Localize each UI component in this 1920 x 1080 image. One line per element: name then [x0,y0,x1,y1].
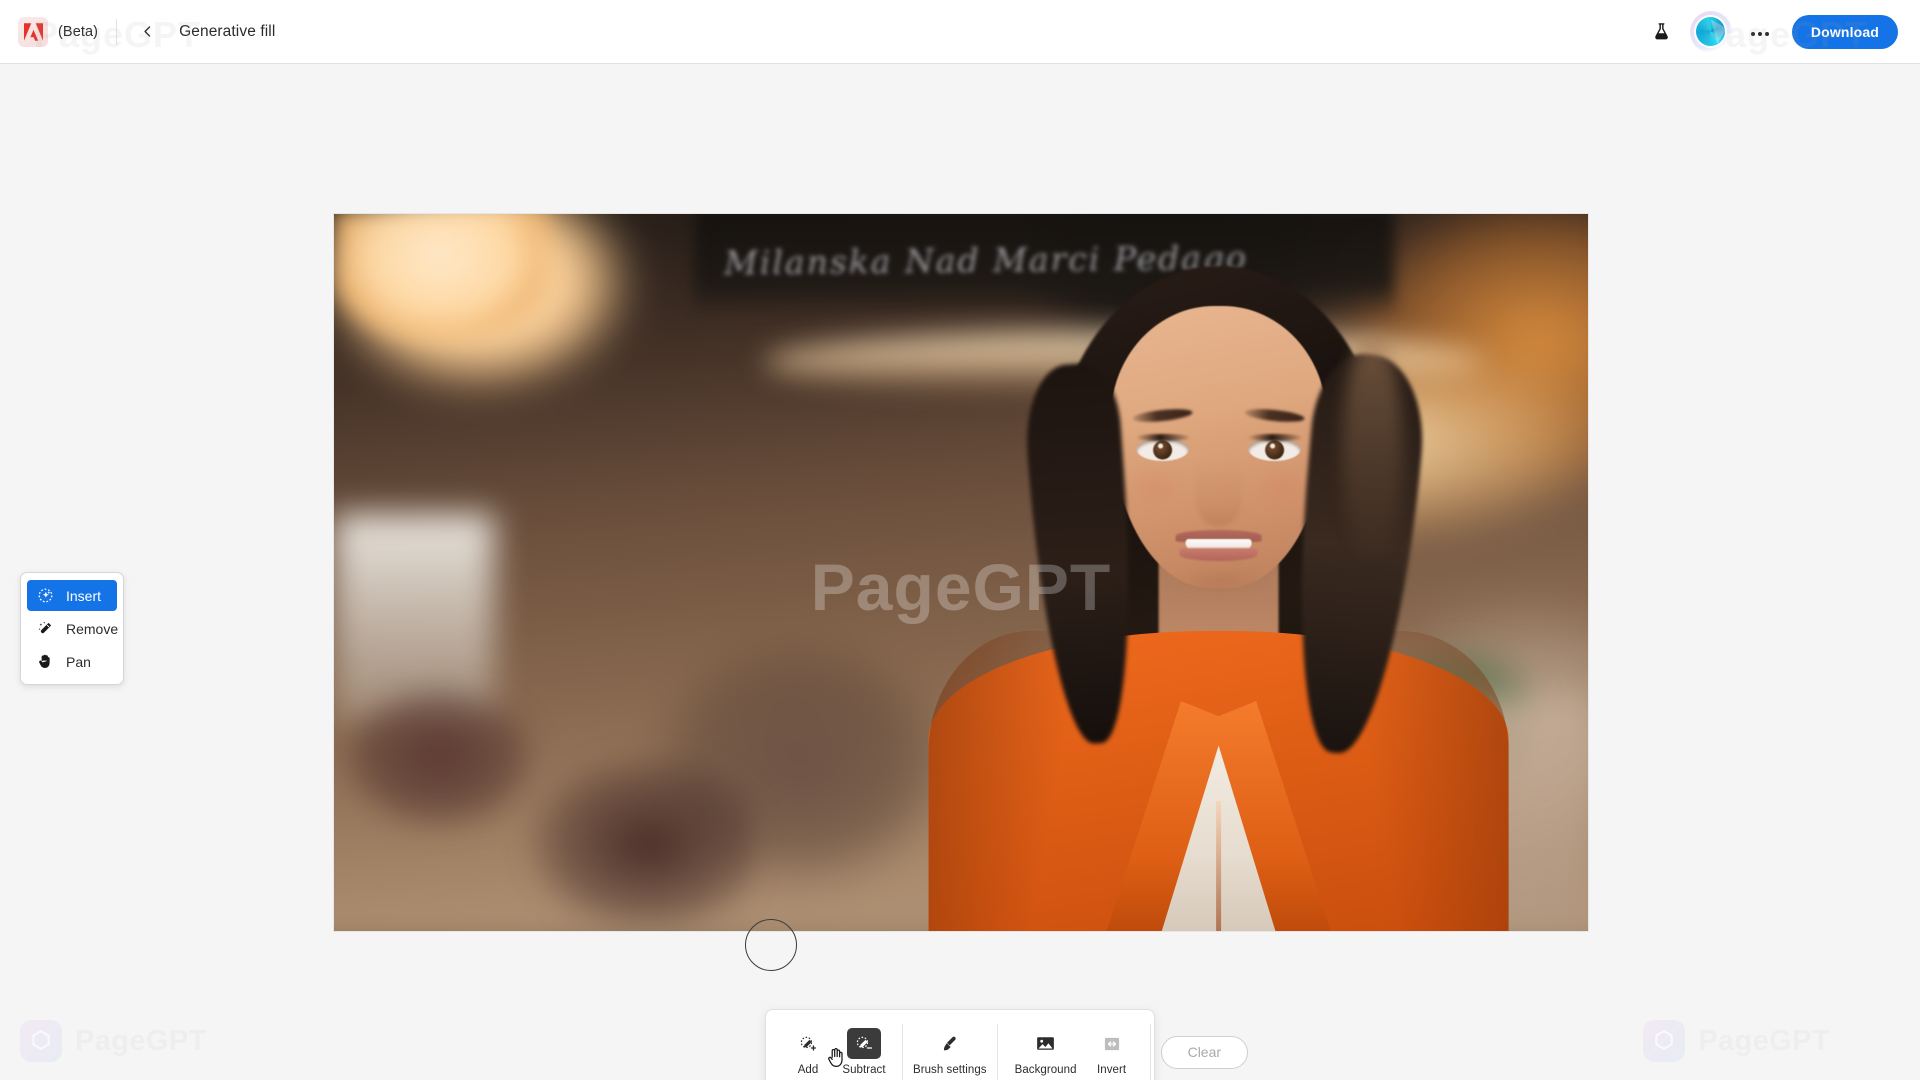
hand-icon [36,652,55,671]
eyebrow-left [1132,406,1194,425]
pendant-lamp [334,214,546,340]
mask-actions-group: Background Invert [1008,1010,1140,1080]
toolbar-background-label: Background [1014,1064,1077,1076]
paintbrush-icon [933,1028,967,1059]
eyelash-right [1247,434,1302,441]
toolbar-brush-settings-label: Brush settings [913,1064,987,1076]
toolbar-add-label: Add [797,1064,819,1076]
image-canvas[interactable]: Milanska Nad Marci Pedago PageGPT [334,214,1588,931]
labs-button[interactable] [1644,14,1680,50]
eyebrow-right [1244,406,1306,425]
page-title: Generative fill [179,22,276,40]
back-button[interactable] [133,18,161,46]
cheek-right [1254,466,1311,508]
more-options-button[interactable] [1742,14,1778,50]
toolbar-separator-3 [1149,1024,1151,1080]
more-options-icon [1749,24,1771,39]
avatar[interactable] [1689,10,1732,53]
mouth [1175,530,1262,561]
download-button[interactable]: Download [1791,14,1898,49]
chin-shadow [1173,568,1264,594]
toolbar-subtract-label: Subtract [842,1064,886,1076]
tool-menu-label-insert: Insert [66,587,102,604]
hair-highlight [1342,334,1403,564]
tool-menu-item-pan[interactable]: Pan [27,646,117,677]
toolbar-separator-2 [996,1024,998,1080]
eyelash-left [1135,434,1190,441]
toolbar-brush-settings-button[interactable]: Brush settings [913,1025,987,1079]
toolbar-invert-label: Invert [1097,1064,1127,1076]
eye-left [1136,438,1189,461]
header-divider [116,18,118,45]
nose [1195,464,1242,526]
toolbar-invert-button[interactable]: Invert [1084,1025,1140,1079]
selection-toolbar[interactable]: Add Subtract Brush settings Background I… [765,1009,1249,1080]
tool-menu-item-remove[interactable]: Remove [27,613,119,644]
background-chairs [334,641,754,931]
cheek-left [1126,466,1183,508]
app-root: (Beta) Generative fill Download Milanska… [0,0,1920,1080]
tool-menu-item-insert[interactable]: Insert [27,580,117,611]
brush-add-icon [791,1028,825,1059]
toolbar-subtract-button[interactable]: Subtract [836,1025,892,1079]
brush-mode-group: Add Subtract [780,1010,892,1080]
image-mountain-icon [1029,1028,1063,1059]
header-right-group: Download [1644,0,1920,63]
eye-right [1248,438,1301,461]
toolbar-background-button[interactable]: Background [1008,1025,1084,1079]
toolbar-add-button[interactable]: Add [780,1025,836,1079]
brush-subtract-icon [847,1028,881,1059]
adobe-logo-icon [18,16,48,47]
magic-eraser-icon [36,619,55,638]
chevron-left-icon [143,26,150,37]
header-left-group: (Beta) Generative fill [0,0,275,63]
portrait-subject [928,214,1509,931]
toolbar-separator-1 [902,1024,903,1080]
tool-menu-label-pan: Pan [66,653,91,670]
tool-context-menu[interactable]: Insert Remove Pan [20,572,124,685]
tool-menu-label-remove: Remove [66,620,119,637]
jacket-zipper [1216,801,1222,931]
flask-icon [1655,23,1669,40]
canvas-workspace[interactable]: Milanska Nad Marci Pedago PageGPT Insert… [0,64,1920,1080]
invert-arrows-icon [1095,1028,1129,1059]
clear-selection-button[interactable]: Clear [1160,1035,1249,1069]
beta-label: (Beta) [58,23,99,40]
sparkle-selection-icon [36,586,55,605]
app-header: (Beta) Generative fill Download [0,0,1920,64]
